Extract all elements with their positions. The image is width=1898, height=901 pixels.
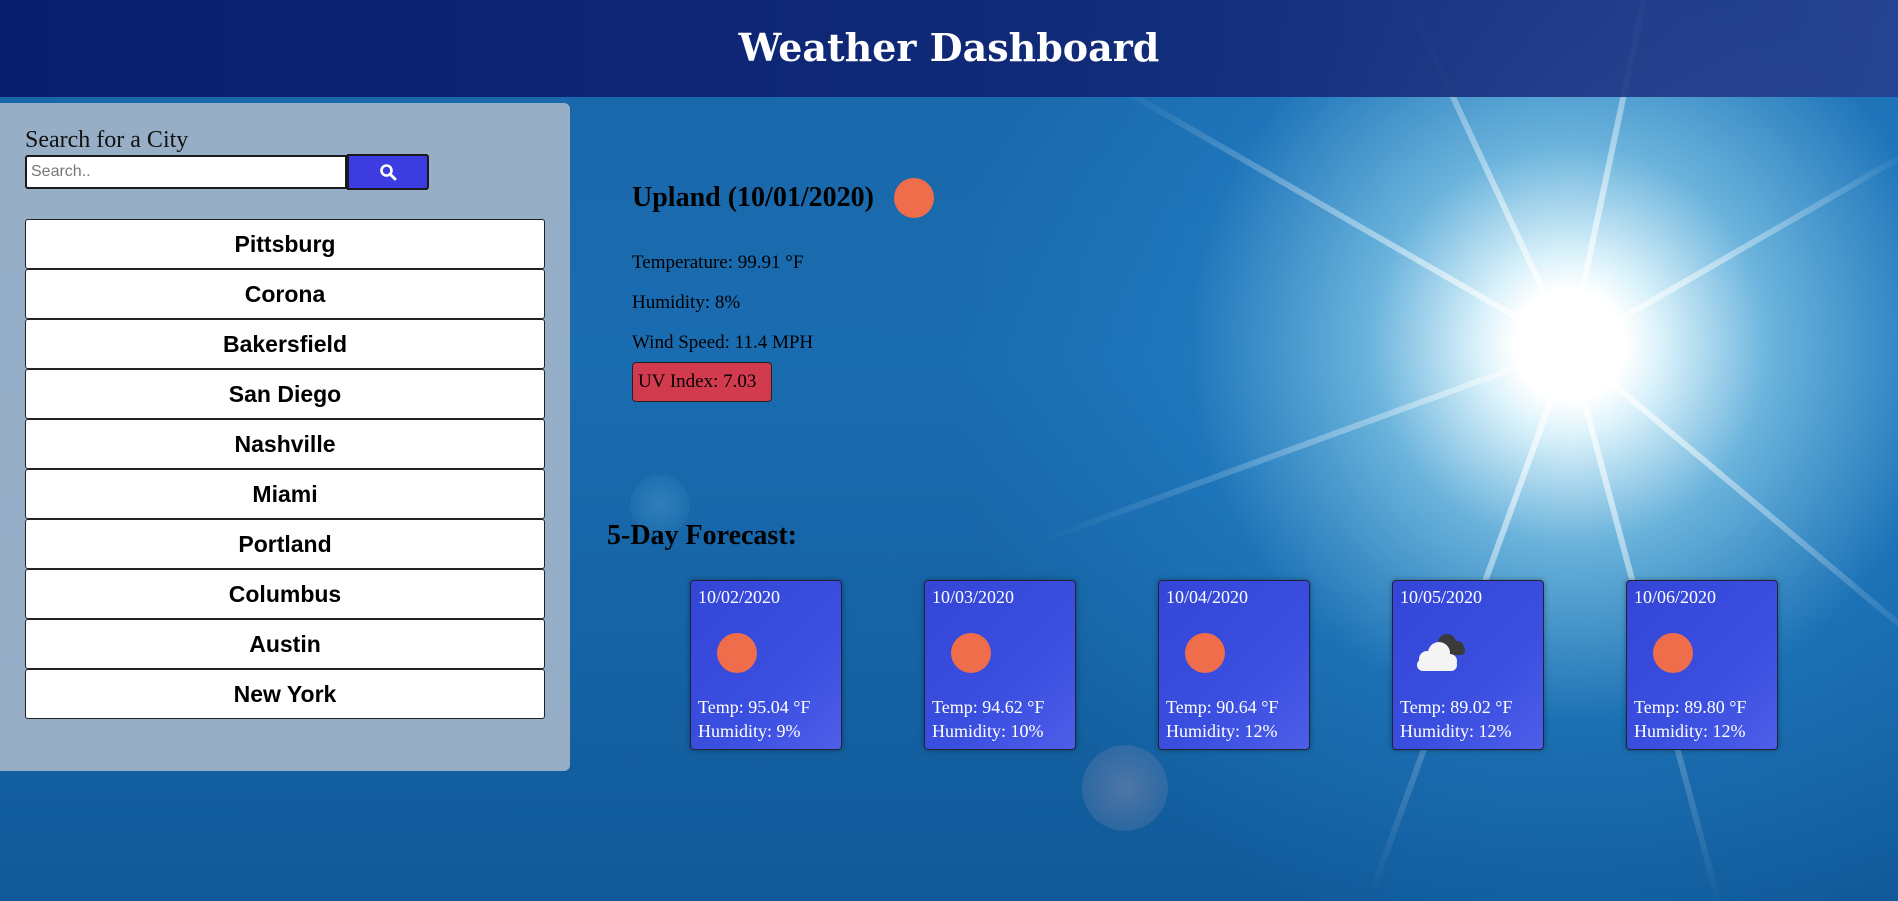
forecast-card: 10/02/2020 Temp: 95.04 °F Humidity: 9% [690, 580, 842, 750]
search-history-list: Pittsburg Corona Bakersfield San Diego N… [25, 219, 545, 719]
forecast-card: 10/03/2020 Temp: 94.62 °F Humidity: 10% [924, 580, 1076, 750]
forecast-card: 10/05/2020 Temp: 89.02 °F Humidity: 12% [1392, 580, 1544, 750]
forecast-temp: Temp: 89.80 °F [1634, 697, 1747, 717]
sun-icon [951, 633, 991, 673]
uv-index-badge: UV Index: 7.03 [632, 362, 772, 402]
current-weather: Upland (10/01/2020) Temperature: 99.91 °… [632, 178, 934, 402]
city-button-bakersfield[interactable]: Bakersfield [25, 319, 545, 369]
forecast-temp: Temp: 90.64 °F [1166, 697, 1279, 717]
sun-icon [1653, 633, 1693, 673]
forecast-humidity: Humidity: 12% [1400, 721, 1512, 741]
search-input[interactable] [25, 155, 347, 189]
forecast-humidity: Humidity: 12% [1634, 721, 1746, 741]
forecast-card: 10/06/2020 Temp: 89.80 °F Humidity: 12% [1626, 580, 1778, 750]
forecast-date: 10/06/2020 [1634, 587, 1717, 607]
current-wind-speed: Wind Speed: 11.4 MPH [632, 332, 814, 353]
forecast-temp: Temp: 89.02 °F [1400, 697, 1513, 717]
forecast-humidity: Humidity: 12% [1166, 721, 1278, 741]
app-header: Weather Dashboard [0, 0, 1898, 97]
sun-icon [1185, 633, 1225, 673]
city-button-san-diego[interactable]: San Diego [25, 369, 545, 419]
city-button-austin[interactable]: Austin [25, 619, 545, 669]
search-button[interactable] [347, 154, 429, 190]
city-button-corona[interactable]: Corona [25, 269, 545, 319]
current-title-row: Upland (10/01/2020) [632, 178, 934, 218]
current-temperature: Temperature: 99.91 °F [632, 252, 804, 273]
city-button-portland[interactable]: Portland [25, 519, 545, 569]
search-sidebar: Search for a City Pittsburg Corona Baker… [0, 103, 570, 771]
lens-flare [1082, 745, 1168, 831]
search-label: Search for a City [25, 127, 189, 153]
forecast-temp: Temp: 94.62 °F [932, 697, 1045, 717]
page-title: Weather Dashboard [738, 25, 1160, 70]
forecast-humidity: Humidity: 10% [932, 721, 1044, 741]
forecast-date: 10/03/2020 [932, 587, 1015, 607]
city-button-columbus[interactable]: Columbus [25, 569, 545, 619]
forecast-card: 10/04/2020 Temp: 90.64 °F Humidity: 12% [1158, 580, 1310, 750]
forecast-title: 5-Day Forecast: [607, 520, 797, 551]
sun-icon [717, 633, 757, 673]
current-humidity: Humidity: 8% [632, 292, 741, 313]
search-icon [380, 164, 397, 181]
forecast-date: 10/04/2020 [1166, 587, 1249, 607]
forecast-temp: Temp: 95.04 °F [698, 697, 811, 717]
city-button-pittsburg[interactable]: Pittsburg [25, 219, 545, 269]
city-button-nashville[interactable]: Nashville [25, 419, 545, 469]
current-city-title: Upland (10/01/2020) [632, 182, 874, 213]
forecast-humidity: Humidity: 9% [698, 721, 801, 741]
search-row [25, 154, 429, 190]
city-button-miami[interactable]: Miami [25, 469, 545, 519]
forecast-date: 10/02/2020 [698, 587, 781, 607]
cloud-icon [1417, 634, 1465, 671]
forecast-date: 10/05/2020 [1400, 587, 1483, 607]
sun-icon [893, 178, 934, 218]
city-button-new-york[interactable]: New York [25, 669, 545, 719]
